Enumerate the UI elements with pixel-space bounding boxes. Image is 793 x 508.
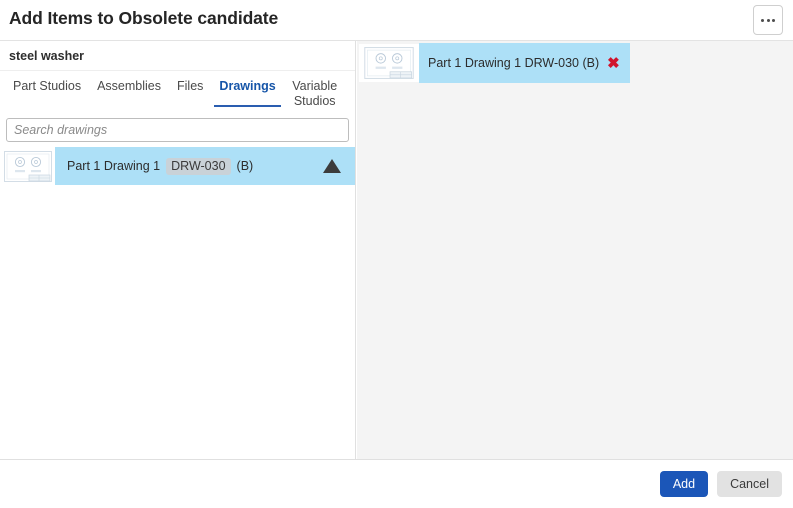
cancel-button[interactable]: Cancel xyxy=(717,471,782,497)
selected-items-pane: Part 1 Drawing 1 DRW-030 (B) ✖ xyxy=(356,41,793,459)
list-item-title: Part 1 Drawing 1 xyxy=(67,159,161,173)
search-container xyxy=(0,112,355,147)
tab-part-studios[interactable]: Part Studios xyxy=(5,71,89,94)
tab-drawings[interactable]: Drawings xyxy=(211,71,283,107)
drawings-result-list[interactable]: Part 1 Drawing 1 DRW-030 (B) xyxy=(0,147,355,459)
document-name: steel washer xyxy=(9,48,85,63)
search-input[interactable] xyxy=(6,118,349,142)
list-item-body: Part 1 Drawing 1 DRW-030 (B) xyxy=(55,147,355,185)
list-item-revision: (B) xyxy=(236,159,254,173)
dialog-body: steel washer Part Studios Assemblies Fil… xyxy=(0,41,793,460)
selected-item-body: Part 1 Drawing 1 DRW-030 (B) ✖ xyxy=(419,43,630,83)
tab-files[interactable]: Files xyxy=(169,71,211,94)
drawing-sheet-thumbnail xyxy=(1,148,55,184)
add-items-dialog: Add Items to Obsolete candidate steel wa… xyxy=(0,0,793,508)
dialog-footer: Add Cancel xyxy=(0,460,793,508)
more-options-button[interactable] xyxy=(753,5,783,35)
selected-item-label: Part 1 Drawing 1 DRW-030 (B) xyxy=(428,56,600,70)
ellipsis-icon xyxy=(761,18,775,22)
dialog-title: Add Items to Obsolete candidate xyxy=(9,8,279,29)
status-badge: DRW-030 xyxy=(166,157,231,175)
element-type-tabs: Part Studios Assemblies Files Drawings V… xyxy=(0,71,355,112)
tab-assemblies[interactable]: Assemblies xyxy=(89,71,169,94)
selected-list-item: Part 1 Drawing 1 DRW-030 (B) ✖ xyxy=(359,43,630,83)
dialog-header: Add Items to Obsolete candidate xyxy=(0,0,793,41)
red-x-icon[interactable]: ✖ xyxy=(607,56,620,71)
add-button[interactable]: Add xyxy=(659,471,709,497)
drawing-sheet-thumbnail xyxy=(359,44,419,82)
tab-variable-studios[interactable]: Variable Studios xyxy=(284,71,346,109)
browse-pane: steel washer Part Studios Assemblies Fil… xyxy=(0,41,356,459)
list-item[interactable]: Part 1 Drawing 1 DRW-030 (B) xyxy=(0,147,355,185)
triangle-up-icon[interactable] xyxy=(323,159,341,173)
document-name-row: steel washer xyxy=(0,41,355,71)
